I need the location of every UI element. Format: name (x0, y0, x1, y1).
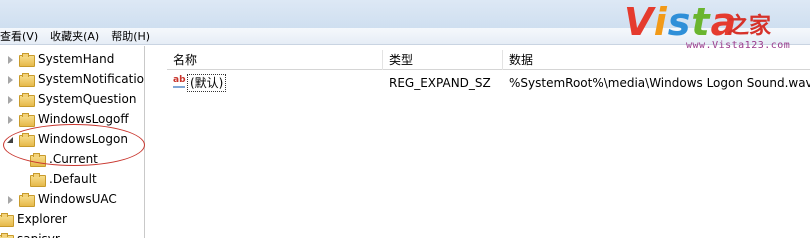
tree-item-default[interactable]: .Default (26, 169, 97, 189)
logo-letter: s (667, 0, 692, 44)
tree-item-label: WindowsUAC (38, 192, 117, 206)
registry-values-list: 名称 类型 数据 ab (默认) REG_EXPAND_SZ %SystemRo… (167, 46, 810, 238)
column-header-data[interactable]: 数据 (503, 50, 810, 70)
value-data: %SystemRoot%\media\Windows Logon Sound.w… (509, 76, 810, 90)
logo-brand: Vista (624, 0, 737, 44)
tree-item-explorer[interactable]: Explorer (0, 209, 67, 229)
list-row[interactable]: ab (默认) REG_EXPAND_SZ %SystemRoot%\media… (167, 73, 810, 93)
folder-icon (30, 173, 46, 187)
logo-suffix: 之家 (727, 14, 772, 39)
logo-letter: t (691, 0, 711, 44)
folder-icon (19, 93, 35, 107)
folder-icon (0, 213, 14, 227)
expand-arrow-icon[interactable] (6, 75, 15, 84)
tree-item-label: WindowsLogoff (38, 112, 129, 126)
vista-watermark-logo: Vista 之家 www.Vista123.com (622, 0, 810, 52)
tree-item-label: sapisvr (17, 232, 60, 238)
tree-item-label: .Current (49, 152, 98, 166)
expand-arrow-icon[interactable] (6, 55, 15, 64)
menu-favorites[interactable]: 收藏夹(A) (44, 28, 105, 45)
folder-icon (19, 73, 35, 87)
logo-letter: i (653, 0, 668, 44)
tree-item-windowslogoff[interactable]: WindowsLogoff (6, 109, 129, 129)
tree-item-sapisvr[interactable]: sapisvr (0, 229, 60, 238)
column-header-name[interactable]: 名称 (167, 50, 383, 70)
folder-icon (19, 113, 35, 127)
collapse-arrow-icon[interactable] (6, 135, 15, 144)
tree-item-label: .Default (49, 172, 97, 186)
folder-open-icon (19, 133, 35, 147)
tree-item-current[interactable]: .Current (26, 149, 98, 169)
logo-url: www.Vista123.com (686, 40, 791, 51)
tree-item-windowslogon[interactable]: WindowsLogon (6, 129, 128, 149)
tree-item-label: SystemQuestion (38, 92, 137, 106)
tree-item-label: WindowsLogon (38, 132, 128, 146)
list-header: 名称 类型 数据 (167, 50, 810, 70)
value-type: REG_EXPAND_SZ (389, 76, 491, 90)
logo-letter: V (624, 0, 654, 44)
column-header-type[interactable]: 类型 (383, 50, 503, 70)
tree-item-label: SystemNotificatio (38, 72, 144, 86)
value-name: (默认) (187, 74, 227, 92)
folder-icon (0, 233, 14, 238)
expand-arrow-icon[interactable] (6, 195, 15, 204)
tree-item-label: SystemHand (38, 52, 115, 66)
tree-item-systemnotification[interactable]: SystemNotificatio (6, 69, 144, 89)
folder-icon (19, 53, 35, 67)
folder-icon (19, 193, 35, 207)
tree-item-windowsuac[interactable]: WindowsUAC (6, 189, 117, 209)
folder-icon (30, 153, 46, 167)
menu-help[interactable]: 帮助(H) (105, 28, 156, 45)
tree-item-label: Explorer (17, 212, 67, 226)
tree-item-systemquestion[interactable]: SystemQuestion (6, 89, 136, 109)
tree-item-systemhand[interactable]: SystemHand (6, 49, 114, 69)
menu-view[interactable]: 查看(V) (0, 28, 44, 45)
expand-arrow-icon[interactable] (6, 115, 15, 124)
expand-arrow-icon[interactable] (6, 95, 15, 104)
registry-key-tree: SystemHand SystemNotificatio SystemQuest… (0, 46, 145, 238)
